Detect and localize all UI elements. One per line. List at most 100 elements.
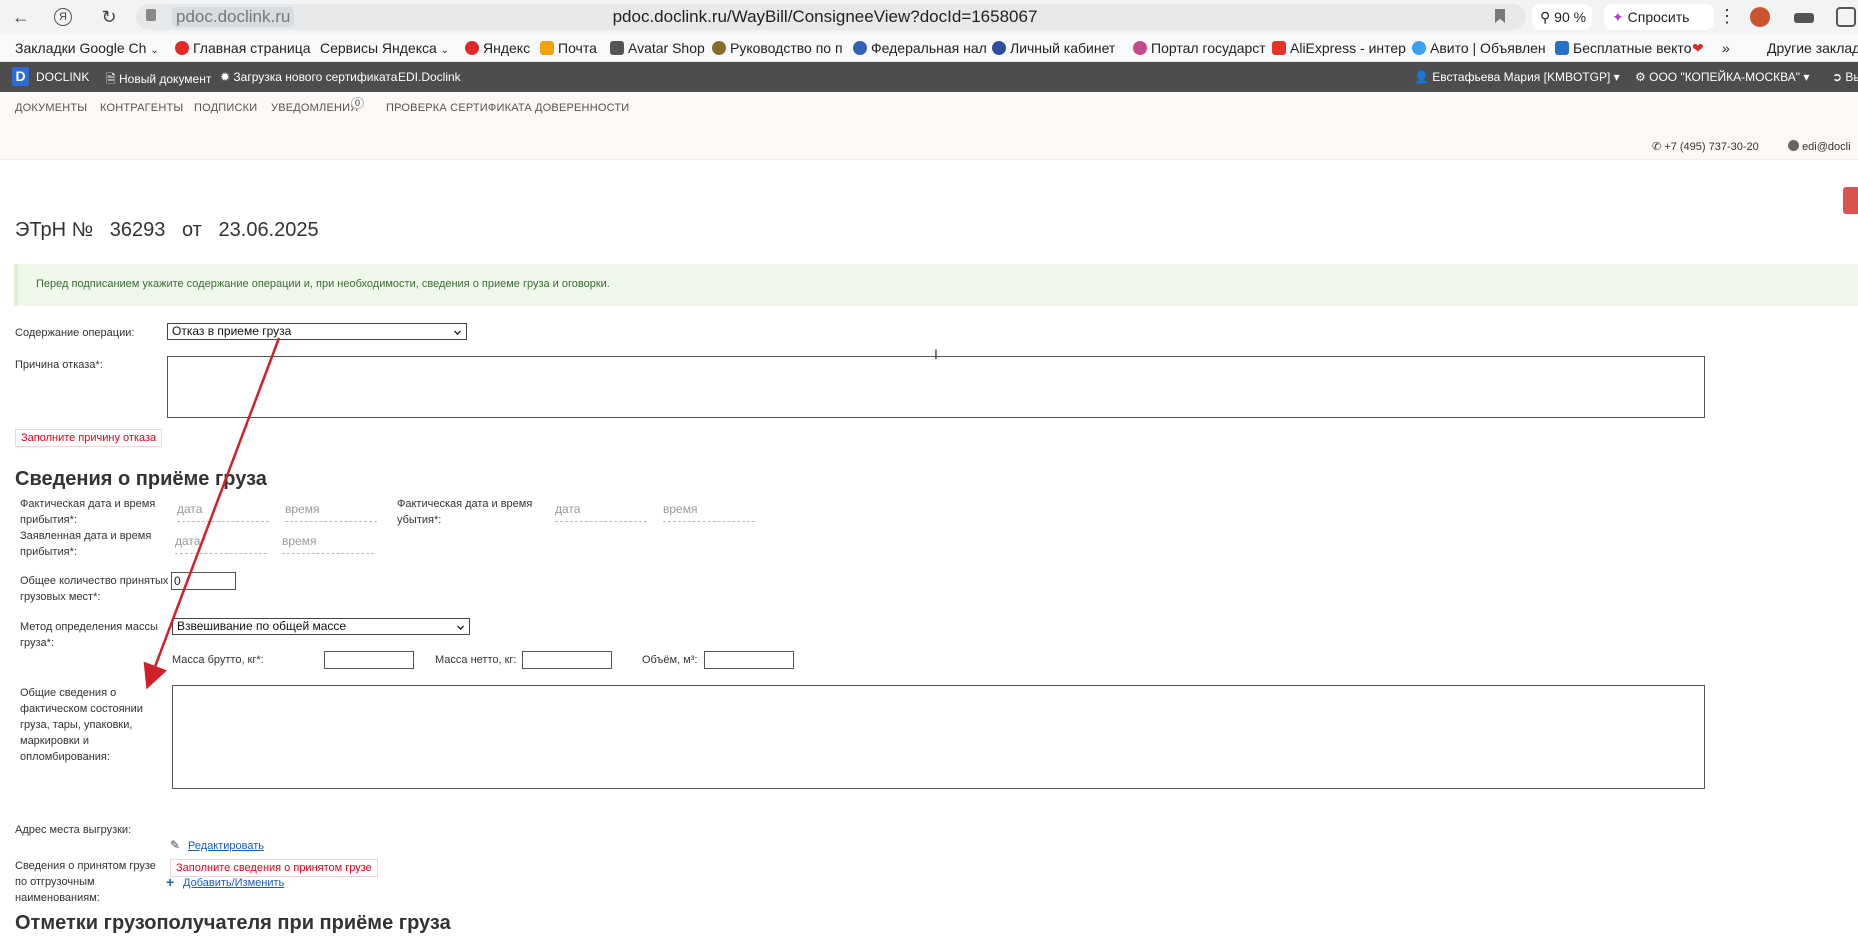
bookmarks-bar: Закладки Google Ch ⌄ Главная страница Се… (0, 34, 1858, 62)
bookmark-label: Авито | Объявлен (1430, 40, 1546, 56)
bookmark-item[interactable]: Руководство по п (712, 40, 843, 56)
logout-icon: ➲ (1832, 70, 1843, 84)
menu-counterparties[interactable]: КОНТРАГЕНТЫ (100, 102, 183, 114)
upload-certificate-button[interactable]: ✹ Загрузка нового сертификата (220, 70, 397, 84)
bookmark-item[interactable]: Главная страница (175, 40, 311, 56)
bookmark-item[interactable]: Яндекс (465, 40, 530, 56)
other-bookmarks[interactable]: Другие заклад (1767, 40, 1858, 56)
reason-textarea[interactable] (167, 356, 1705, 418)
actual-departure-time-input[interactable]: время (663, 502, 755, 522)
document-icon: 🗎 (106, 72, 116, 86)
actual-arrival-date-input[interactable]: дата (177, 502, 269, 522)
chevron-down-icon (454, 328, 461, 335)
phone-number: +7 (495) 737-30-20 (1664, 141, 1759, 153)
avito-icon (1412, 41, 1426, 55)
gosuslugi-icon (1133, 41, 1147, 55)
menu-notifications[interactable]: УВЕДОМЛЕНИЯ (271, 102, 358, 114)
bookmark-label: AliExpress - интер (1290, 40, 1406, 56)
extension-icon[interactable] (1750, 7, 1770, 27)
reason-error: Заполните причину отказа (15, 429, 163, 447)
mass-method-select[interactable]: Взвешивание по общей массе (172, 618, 470, 635)
date-placeholder: дата (177, 502, 203, 516)
cargo-state-label: Общие сведения о фактическом состоянии г… (20, 687, 143, 763)
bookmark-label: Закладки Google Ch (15, 40, 147, 56)
avatar-shop-icon (610, 41, 624, 55)
actual-arrival-time-input[interactable]: время (285, 502, 377, 522)
app-logo-text[interactable]: DOCLINK (36, 70, 89, 84)
bookmark-item[interactable]: Авито | Объявлен (1412, 40, 1546, 56)
cargo-state-textarea[interactable] (172, 685, 1705, 789)
declared-arrival-label: Заявленная дата и время прибытия*: (20, 530, 152, 558)
extension-icon[interactable] (1836, 7, 1856, 27)
menu-kebab-icon[interactable]: ⋮ (1718, 6, 1736, 27)
side-action-button[interactable] (1843, 187, 1858, 214)
edi-doclink-link[interactable]: EDI.Doclink (398, 70, 461, 84)
bookmark-label: Яндекс (483, 40, 531, 56)
menu-certificate-check[interactable]: ПРОВЕРКА СЕРТИФИКАТА (386, 102, 532, 114)
doclink-logo-icon: D (12, 67, 29, 86)
email-contact[interactable]: edi@docli (1788, 140, 1851, 153)
menu-powers-of-attorney[interactable]: ДОВЕРЕННОСТИ (535, 102, 629, 114)
bookmark-label: Avatar Shop (628, 40, 705, 56)
unload-address-label: Адрес места выгрузки: (15, 824, 132, 836)
bookmark-item[interactable]: Avatar Shop (610, 40, 705, 56)
url-text[interactable]: pdoc.doclink.ru/WayBill/ConsigneeView?do… (0, 7, 1650, 27)
bookmark-label: Руководство по п (730, 40, 843, 56)
bookmark-item[interactable]: Личный кабинет (992, 40, 1115, 56)
bookmark-item[interactable]: Сервисы Яндекса ⌄ (320, 40, 449, 56)
add-change-link[interactable]: Добавить/Изменить (183, 877, 284, 889)
declared-arrival-time-input[interactable]: время (282, 534, 374, 554)
menu-documents[interactable]: ДОКУМЕНТЫ (15, 102, 87, 114)
new-document-label: Новый документ (119, 72, 212, 86)
net-mass-input[interactable] (522, 651, 612, 669)
zoom-indicator[interactable]: ⚲ 90 % (1532, 4, 1592, 30)
bookmark-item[interactable]: AliExpress - интер (1272, 40, 1406, 56)
volume-input[interactable] (704, 651, 794, 669)
ask-button[interactable]: ✦ Спросить (1604, 4, 1714, 30)
phone-contact: ✆ +7 (495) 737-30-20 (1652, 140, 1759, 153)
organization-menu[interactable]: ⚙ ООО "КОПЕЙКА-МОСКВА" ▾ (1635, 70, 1809, 84)
chevron-down-icon (457, 623, 464, 630)
declared-arrival-date-input[interactable]: дата (175, 534, 267, 554)
bookmark-item[interactable]: Портал государст (1133, 40, 1266, 56)
user-menu[interactable]: 👤 Евстафьева Мария [KMBOTGP] ▾ (1414, 70, 1620, 84)
total-places-input[interactable]: 0 (171, 572, 236, 590)
bookmark-label: Сервисы Яндекса (320, 40, 437, 56)
heart-icon[interactable]: ❤ (1692, 40, 1704, 57)
tax-service-icon (853, 41, 867, 55)
ask-icon: ✦ (1612, 9, 1624, 25)
gross-mass-input[interactable] (324, 651, 414, 669)
operation-select[interactable]: Отказ в приеме груза (167, 323, 467, 340)
actual-arrival-label: Фактическая дата и время прибытия*: (20, 498, 156, 526)
bookmark-label: Почта (558, 40, 597, 56)
gear-icon: ⚙ (1635, 70, 1646, 84)
browser-toolbar: ← Я ↻ pdoc.doclink.ru pdoc.doclink.ru/Wa… (0, 0, 1858, 34)
app-header: D DOCLINK 🗎 Новый документ ✹ Загрузка но… (0, 62, 1858, 92)
bookmark-item[interactable]: Почта (540, 40, 597, 56)
main-menu: ДОКУМЕНТЫ КОНТРАГЕНТЫ ПОДПИСКИ УВЕДОМЛЕН… (0, 92, 1858, 160)
new-document-button[interactable]: 🗎 Новый документ (106, 70, 211, 91)
mass-method-select-value: Взвешивание по общей массе (177, 619, 347, 633)
pencil-icon: ✎ (170, 838, 181, 852)
yandex-icon (465, 41, 479, 55)
email-address: edi@docli (1802, 141, 1851, 153)
edit-address-link[interactable]: Редактировать (188, 840, 264, 852)
menu-signatures[interactable]: ПОДПИСКИ (194, 102, 257, 114)
accepted-goods-label: Сведения о принятом грузе по отгрузочным… (15, 860, 156, 904)
operation-label: Содержание операции: (15, 327, 135, 339)
reason-label: Причина отказа*: (15, 359, 103, 371)
actual-departure-date-input[interactable]: дата (555, 502, 647, 522)
bookmark-item[interactable]: Закладки Google Ch ⌄ (15, 40, 159, 56)
yandex-icon (175, 41, 189, 55)
bookmark-label: Бесплатные векто (1573, 40, 1692, 56)
bookmark-item[interactable]: Бесплатные векто (1555, 40, 1691, 56)
extension-icon[interactable] (1794, 13, 1814, 23)
bookmark-label: Личный кабинет (1010, 40, 1116, 56)
caret-down-icon: ▾ (1803, 70, 1810, 84)
more-bookmarks-button[interactable]: » (1722, 40, 1730, 56)
cabinet-icon (992, 41, 1006, 55)
logout-button[interactable]: ➲ Вы (1832, 70, 1858, 84)
bookmark-item[interactable]: Федеральная нал (853, 40, 987, 56)
bookmark-label: Главная страница (193, 40, 311, 56)
chevron-down-icon: ⌄ (440, 45, 450, 56)
